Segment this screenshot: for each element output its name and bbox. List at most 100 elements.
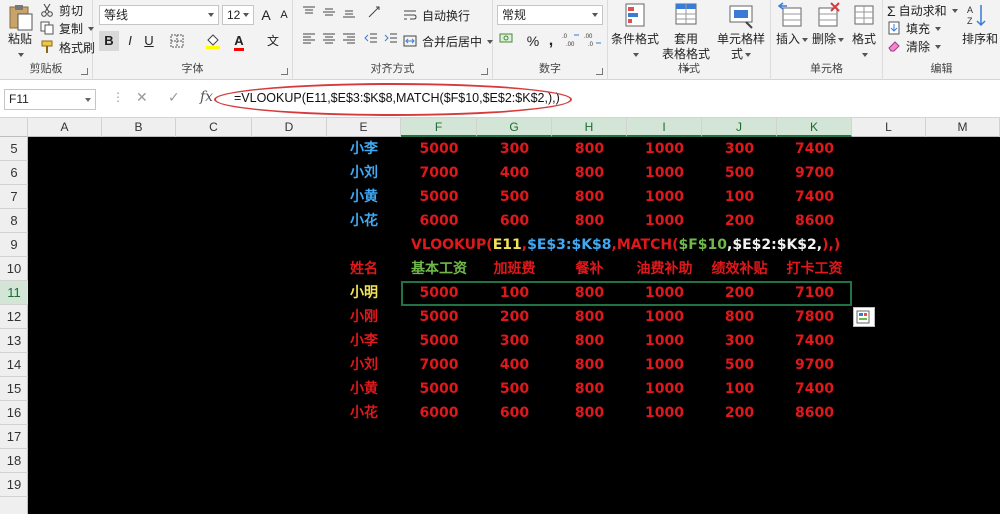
cell-k5[interactable]: 7400 [777, 137, 852, 161]
font-size-dropdown-icon[interactable] [243, 13, 249, 17]
alignment-launcher-icon[interactable] [481, 68, 488, 75]
cell-f13[interactable]: 5000 [401, 329, 477, 353]
row-header-15[interactable]: 15 [0, 377, 28, 401]
cell-f10[interactable]: 基本工资 [401, 257, 477, 281]
row-header-16[interactable]: 16 [0, 401, 28, 425]
cell-g5[interactable]: 300 [477, 137, 552, 161]
cell-e14[interactable]: 小刘 [327, 353, 401, 377]
cell-k15[interactable]: 7400 [777, 377, 852, 401]
fill-button[interactable]: 填充 [887, 20, 942, 37]
column-header-k[interactable]: K [777, 118, 852, 137]
cell-styles-dropdown-icon[interactable] [745, 52, 751, 57]
increase-indent-button[interactable] [381, 31, 401, 51]
clipboard-launcher-icon[interactable] [81, 68, 88, 75]
column-header-f[interactable]: F [401, 118, 477, 137]
grow-font-button[interactable]: A [256, 5, 276, 25]
cell-e10[interactable]: 姓名 [327, 257, 401, 281]
align-bottom-button[interactable] [339, 5, 359, 25]
column-header-g[interactable]: G [477, 118, 552, 137]
cell-j6[interactable]: 500 [702, 161, 777, 185]
column-header-h[interactable]: H [552, 118, 627, 137]
conditional-format-dropdown-icon[interactable] [633, 52, 639, 57]
format-cells-dropdown-icon[interactable] [862, 52, 868, 57]
cell-h13[interactable]: 800 [552, 329, 627, 353]
formula-label-row9[interactable]: VLOOKUP(E11,$E$3:$K$8,MATCH($F$10,$E$2:$… [411, 233, 840, 257]
cell-j14[interactable]: 500 [702, 353, 777, 377]
cell-g15[interactable]: 500 [477, 377, 552, 401]
cell-h16[interactable]: 800 [552, 401, 627, 425]
comma-style-button[interactable]: , [541, 31, 561, 51]
cell-e7[interactable]: 小黄 [327, 185, 401, 209]
column-header-b[interactable]: B [102, 118, 176, 137]
cell-e5[interactable]: 小李 [327, 137, 401, 161]
font-size-combo[interactable]: 12 [222, 5, 254, 25]
format-painter-button[interactable]: 格式刷 [40, 39, 95, 56]
name-box-dropdown-icon[interactable] [85, 98, 91, 102]
cell-f6[interactable]: 7000 [401, 161, 477, 185]
cell-styles-button[interactable]: 单元格样式 [712, 2, 770, 62]
cell-j12[interactable]: 800 [702, 305, 777, 329]
row-header-19[interactable]: 19 [0, 473, 28, 497]
shrink-font-button[interactable]: A [274, 5, 294, 25]
increase-decimal-button[interactable]: .0.00 [561, 31, 581, 51]
cell-h8[interactable]: 800 [552, 209, 627, 233]
cell-h10[interactable]: 餐补 [552, 257, 627, 281]
cell-g13[interactable]: 300 [477, 329, 552, 353]
cell-k10[interactable]: 打卡工资 [777, 257, 852, 281]
column-header-l[interactable]: L [852, 118, 926, 137]
wrap-text-button[interactable]: 自动换行 [403, 7, 470, 24]
cell-g16[interactable]: 600 [477, 401, 552, 425]
cell-i14[interactable]: 1000 [627, 353, 702, 377]
row-header-12[interactable]: 12 [0, 305, 28, 329]
cell-f16[interactable]: 6000 [401, 401, 477, 425]
cell-f8[interactable]: 6000 [401, 209, 477, 233]
cell-g8[interactable]: 600 [477, 209, 552, 233]
font-color-button[interactable]: A [229, 31, 249, 51]
font-name-dropdown-icon[interactable] [208, 13, 214, 17]
paste-button[interactable]: 粘贴 [4, 2, 36, 62]
cell-i10[interactable]: 油费补助 [627, 257, 702, 281]
column-header-j[interactable]: J [702, 118, 777, 137]
align-middle-button[interactable] [319, 5, 339, 25]
quick-analysis-button[interactable] [853, 307, 875, 327]
row-header-8[interactable]: 8 [0, 209, 28, 233]
cell-j10[interactable]: 绩效补贴 [702, 257, 777, 281]
name-box[interactable]: F11 [4, 89, 96, 110]
column-header-d[interactable]: D [252, 118, 327, 137]
column-header-m[interactable]: M [926, 118, 1000, 137]
row-header-18[interactable]: 18 [0, 449, 28, 473]
cell-f14[interactable]: 7000 [401, 353, 477, 377]
formula-bar-splitter-icon[interactable]: ⋮ [112, 90, 124, 104]
cell-j8[interactable]: 200 [702, 209, 777, 233]
cell-i12[interactable]: 1000 [627, 305, 702, 329]
cell-k7[interactable]: 7400 [777, 185, 852, 209]
number-launcher-icon[interactable] [596, 68, 603, 75]
cell-i6[interactable]: 1000 [627, 161, 702, 185]
delete-dropdown-icon[interactable] [838, 37, 844, 42]
fill-color-button[interactable] [203, 31, 223, 51]
italic-button[interactable]: I [120, 31, 140, 51]
cell-e16[interactable]: 小花 [327, 401, 401, 425]
accounting-format-button[interactable] [497, 31, 517, 51]
cell-i5[interactable]: 1000 [627, 137, 702, 161]
percent-style-button[interactable]: % [523, 31, 543, 51]
sort-filter-button[interactable]: AZ 排序和 [959, 2, 1000, 47]
align-top-button[interactable] [299, 5, 319, 25]
cell-i15[interactable]: 1000 [627, 377, 702, 401]
cell-h7[interactable]: 800 [552, 185, 627, 209]
cell-k8[interactable]: 8600 [777, 209, 852, 233]
cell-j13[interactable]: 300 [702, 329, 777, 353]
conditional-format-button[interactable]: 条件格式 [610, 2, 660, 62]
cell-i13[interactable]: 1000 [627, 329, 702, 353]
align-right-button[interactable] [339, 31, 359, 51]
number-format-dropdown-icon[interactable] [592, 13, 598, 17]
row-header-11[interactable]: 11 [0, 281, 28, 305]
cell-f15[interactable]: 5000 [401, 377, 477, 401]
insert-function-icon[interactable]: fx [200, 89, 213, 105]
cell-f7[interactable]: 5000 [401, 185, 477, 209]
insert-dropdown-icon[interactable] [802, 37, 808, 42]
cell-h12[interactable]: 800 [552, 305, 627, 329]
row-header-7[interactable]: 7 [0, 185, 28, 209]
font-name-combo[interactable]: 等线 [99, 5, 219, 25]
cell-g6[interactable]: 400 [477, 161, 552, 185]
